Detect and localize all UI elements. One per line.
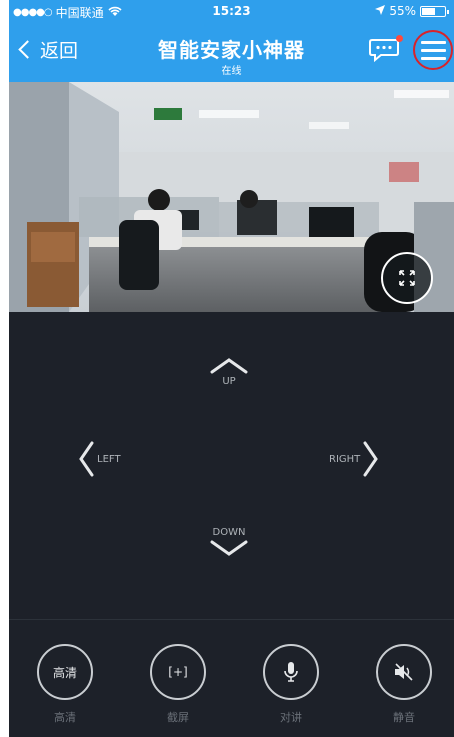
- chevron-right-icon: [363, 441, 379, 477]
- chevron-down-icon: [210, 540, 248, 556]
- left-label: LEFT: [97, 453, 121, 465]
- intercom-button[interactable]: 对讲: [261, 644, 321, 725]
- screenshot-label: 截屏: [167, 711, 189, 724]
- status-right: 55%: [375, 4, 449, 18]
- bottom-toolbar: 高清 高清 [+] 截屏 对讲 静音: [9, 619, 454, 737]
- chat-bubble-icon: [369, 39, 399, 63]
- ptz-control-pad: UP LEFT RIGHT DOWN: [9, 312, 454, 619]
- hd-icon: 高清: [37, 644, 93, 700]
- menu-button[interactable]: [413, 30, 453, 70]
- screenshot-icon-text: [+]: [168, 665, 188, 679]
- screenshot-icon: [+]: [150, 644, 206, 700]
- chevron-left-icon: [79, 441, 94, 477]
- nav-bar: 返回 智能安家小神器 在线: [9, 22, 454, 82]
- menu-icon-line: [421, 57, 446, 60]
- up-label: UP: [222, 376, 236, 387]
- status-bar: ●●●●○ 中国联通 15:23 55%: [9, 0, 454, 22]
- battery-level: [422, 7, 436, 15]
- speaker-muted-glyph: [395, 663, 413, 681]
- mute-label: 静音: [393, 711, 415, 724]
- hd-button[interactable]: 高清 高清: [35, 644, 95, 725]
- expand-icon: [399, 270, 415, 286]
- location-arrow-icon: [375, 4, 386, 18]
- hd-label: 高清: [54, 711, 76, 724]
- down-label: DOWN: [212, 527, 246, 538]
- hd-icon-text: 高清: [52, 665, 77, 680]
- pan-right-button[interactable]: RIGHT: [329, 440, 380, 478]
- microphone-glyph: [284, 662, 298, 682]
- chevron-up-icon: [210, 358, 248, 374]
- camera-video-feed[interactable]: [9, 82, 454, 312]
- pan-up-button[interactable]: UP: [204, 356, 254, 387]
- messages-button[interactable]: [369, 35, 403, 63]
- pan-down-button[interactable]: DOWN: [204, 527, 254, 558]
- battery-icon: [420, 5, 449, 17]
- right-label: RIGHT: [329, 453, 361, 465]
- top-bar: ●●●●○ 中国联通 15:23 55% 返回 智能安家小神器 在线: [9, 0, 454, 82]
- pan-left-button[interactable]: LEFT: [77, 440, 121, 478]
- intercom-label: 对讲: [280, 711, 302, 724]
- mute-icon: [376, 644, 432, 700]
- menu-icon: [421, 41, 446, 44]
- menu-icon-line: [421, 49, 446, 52]
- mute-button[interactable]: 静音: [374, 644, 434, 725]
- microphone-icon: [263, 644, 319, 700]
- fullscreen-button[interactable]: [381, 252, 433, 304]
- app-screen: ●●●●○ 中国联通 15:23 55% 返回 智能安家小神器 在线 UP LE…: [9, 0, 454, 737]
- notification-badge: [396, 35, 403, 42]
- screenshot-button[interactable]: [+] 截屏: [148, 644, 208, 725]
- device-status: 在线: [221, 66, 242, 77]
- battery-percent: 55%: [389, 4, 416, 18]
